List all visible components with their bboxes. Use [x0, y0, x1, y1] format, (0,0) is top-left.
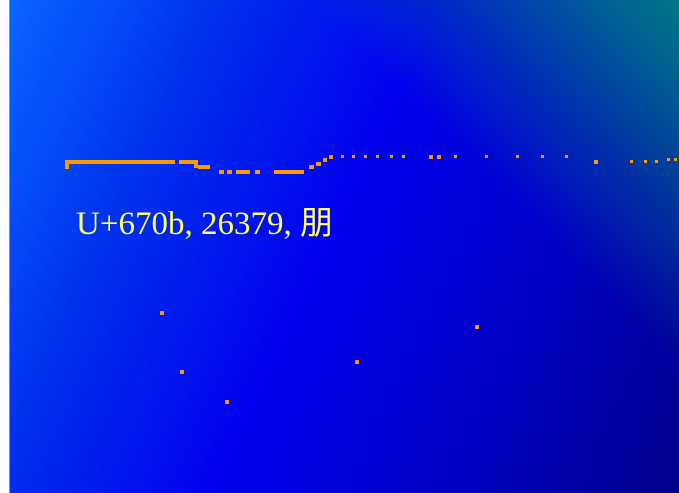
dash-segments [65, 158, 327, 174]
dot-trail [329, 155, 677, 164]
decorative-dotted-line [65, 155, 677, 404]
page: U+670b, 26379, 朋 [0, 0, 679, 493]
scattered-dots [160, 311, 479, 404]
slide: U+670b, 26379, 朋 [10, 0, 679, 493]
slide-caption: U+670b, 26379, 朋 [76, 206, 333, 242]
